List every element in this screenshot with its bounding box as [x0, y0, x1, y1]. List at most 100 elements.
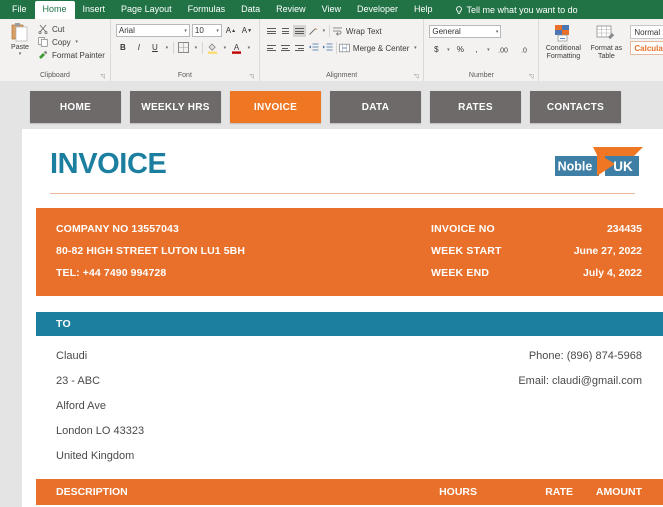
noble-uk-logo: Noble UK — [553, 145, 645, 183]
format-painter-button[interactable]: Format Painter — [38, 50, 105, 60]
tab-developer[interactable]: Developer — [349, 1, 406, 19]
worksheet-area: HOME WEEKLY HRS INVOICE DATA RATES CONTA… — [0, 81, 663, 507]
font-row-1: Arial ▾ 10 ▾ A▲ A▼ — [116, 24, 254, 37]
conditional-formatting-label: Conditional Formatting — [544, 45, 582, 61]
number-format-select[interactable]: General ▾ — [429, 25, 501, 38]
svg-text:.0: .0 — [521, 47, 527, 54]
company-tel: TEL: +44 7490 994728 — [36, 267, 431, 279]
font-group-label: Font ◹ — [116, 72, 254, 81]
clipboard-group-text: Clipboard — [40, 72, 70, 79]
paste-button[interactable]: Paste ▾ — [5, 22, 35, 57]
font-color-button[interactable]: A — [230, 41, 244, 54]
underline-caret-icon[interactable]: ▾ — [164, 45, 170, 51]
cut-button[interactable]: Cut — [38, 24, 105, 34]
line-items-table-header: DESCRIPTION HOURS RATE AMOUNT — [36, 479, 663, 505]
clipboard-dialog-launcher-icon[interactable]: ◹ — [100, 73, 105, 80]
to-row-1: Claudi Phone: (896) 874-5968 — [36, 343, 663, 368]
bold-button[interactable]: B — [116, 41, 130, 54]
title-divider — [50, 193, 635, 194]
merge-center-caret-icon[interactable]: ▾ — [412, 45, 418, 51]
format-as-table-icon — [595, 24, 617, 44]
wrap-text-button[interactable]: Wrap Text — [332, 26, 382, 36]
decrease-indent-button[interactable] — [307, 42, 320, 54]
orientation-caret-icon[interactable]: ▾ — [321, 28, 327, 34]
decrease-font-size-button[interactable]: A▼ — [240, 24, 254, 37]
font-size-caret-icon[interactable]: ▾ — [213, 28, 219, 34]
font-size-value: 10 — [195, 26, 204, 35]
align-center-button[interactable] — [279, 42, 292, 54]
font-color-caret-icon[interactable]: ▾ — [246, 45, 252, 51]
align-middle-button[interactable] — [279, 25, 292, 37]
align-right-button[interactable] — [293, 42, 306, 54]
merge-center-button[interactable]: Merge & Center ▾ — [339, 43, 418, 53]
style-calculation[interactable]: Calculation — [630, 41, 663, 55]
to-section-header: TO — [36, 312, 663, 336]
number-format-value: General — [432, 27, 460, 36]
tab-view[interactable]: View — [314, 1, 349, 19]
style-normal-2[interactable]: Normal 2 — [630, 25, 663, 39]
week-start-label: WEEK START — [431, 245, 556, 257]
comma-button[interactable]: , — [469, 43, 483, 56]
tab-data[interactable]: Data — [233, 1, 268, 19]
alignment-group-label: Alignment ◹ — [265, 72, 418, 81]
tab-formulas[interactable]: Formulas — [180, 1, 234, 19]
borders-caret-icon[interactable]: ▾ — [193, 45, 199, 51]
format-as-table-label: Format as Table — [587, 45, 625, 61]
to-row-5: United Kingdom — [36, 443, 663, 468]
underline-button[interactable]: U — [148, 41, 162, 54]
conditional-formatting-button[interactable]: Conditional Formatting — [544, 24, 582, 61]
tell-me-box[interactable]: Tell me what you want to do — [455, 5, 578, 19]
currency-caret-icon[interactable]: ▾ — [445, 47, 451, 53]
tab-page-layout[interactable]: Page Layout — [113, 1, 180, 19]
font-name-input[interactable]: Arial ▾ — [116, 24, 190, 37]
copy-button[interactable]: Copy ▾ — [38, 37, 105, 47]
increase-font-size-button[interactable]: A▲ — [224, 24, 238, 37]
currency-button[interactable]: $ — [429, 43, 443, 56]
align-bottom-button[interactable] — [293, 25, 306, 37]
conditional-formatting-icon — [552, 24, 574, 44]
font-name-value: Arial — [119, 26, 135, 35]
nav-button-data[interactable]: DATA — [330, 91, 421, 123]
increase-decimal-button[interactable]: .00 — [493, 43, 512, 56]
font-name-caret-icon[interactable]: ▾ — [181, 28, 187, 34]
percent-button[interactable]: % — [453, 43, 467, 56]
ribbon-body: Paste ▾ Cut Copy ▾ — [0, 19, 663, 82]
paste-caret-icon[interactable]: ▾ — [17, 51, 23, 57]
tab-insert[interactable]: Insert — [75, 1, 114, 19]
invoice-no-label: INVOICE NO — [431, 223, 556, 235]
tab-home[interactable]: Home — [35, 1, 75, 19]
svg-text:.00: .00 — [498, 47, 508, 54]
orientation-button[interactable] — [307, 25, 320, 37]
nav-button-home[interactable]: HOME — [30, 91, 121, 123]
italic-button[interactable]: I — [132, 41, 146, 54]
copy-caret-icon[interactable]: ▾ — [74, 39, 80, 45]
number-more-caret-icon[interactable]: ▾ — [485, 47, 491, 53]
nav-button-rates[interactable]: RATES — [430, 91, 521, 123]
align-left-button[interactable] — [265, 42, 278, 54]
cut-label: Cut — [52, 25, 64, 34]
tab-review[interactable]: Review — [268, 1, 314, 19]
borders-button[interactable] — [177, 41, 191, 54]
fill-color-button[interactable] — [206, 41, 220, 54]
customer-address-1: 23 - ABC — [36, 375, 518, 387]
decrease-decimal-button[interactable]: .0 — [514, 43, 533, 56]
fill-color-caret-icon[interactable]: ▾ — [222, 45, 228, 51]
format-as-table-button[interactable]: Format as Table — [587, 24, 625, 61]
invoice-no-value: 234435 — [556, 223, 663, 235]
column-header-amount: AMOUNT — [573, 486, 663, 498]
align-top-button[interactable] — [265, 25, 278, 37]
increase-indent-button[interactable] — [321, 42, 334, 54]
alignment-dialog-launcher-icon[interactable]: ◹ — [414, 73, 419, 80]
nav-button-contacts[interactable]: CONTACTS — [530, 91, 621, 123]
tab-help[interactable]: Help — [406, 1, 441, 19]
nav-button-row: HOME WEEKLY HRS INVOICE DATA RATES CONTA… — [0, 81, 663, 123]
to-section-body: Claudi Phone: (896) 874-5968 23 - ABC Em… — [36, 336, 663, 468]
tab-file[interactable]: File — [4, 1, 35, 19]
font-size-input[interactable]: 10 ▾ — [192, 24, 222, 37]
number-dialog-launcher-icon[interactable]: ◹ — [529, 73, 534, 80]
number-format-caret-icon[interactable]: ▾ — [493, 29, 499, 35]
nav-button-weekly-hrs[interactable]: WEEKLY HRS — [130, 91, 221, 123]
ribbon-group-number: General ▾ $ ▾ % , ▾ .00 .0 — [424, 19, 539, 81]
font-dialog-launcher-icon[interactable]: ◹ — [249, 73, 254, 80]
nav-button-invoice[interactable]: INVOICE — [230, 91, 321, 123]
